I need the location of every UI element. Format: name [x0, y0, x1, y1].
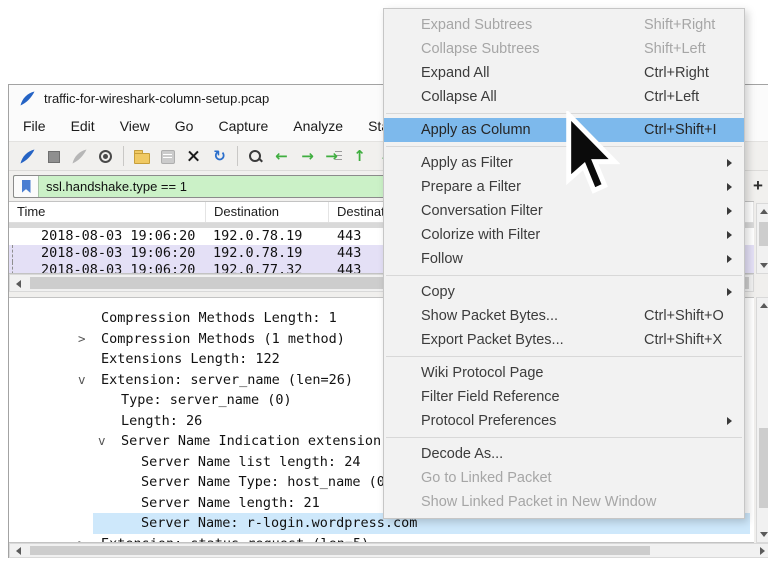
scroll-down-icon[interactable] — [760, 263, 768, 268]
scroll-up-icon[interactable] — [760, 209, 768, 214]
filter-bookmark-icon[interactable] — [14, 176, 39, 197]
menu-item-go-to-linked-packet: Go to Linked Packet — [384, 466, 744, 490]
window-title: traffic-for-wireshark-column-setup.pcap — [44, 91, 269, 106]
menu-item-expand-subtrees: Expand SubtreesShift+Right — [384, 13, 744, 37]
menu-separator — [386, 437, 742, 438]
scroll-left-icon[interactable] — [16, 547, 21, 555]
menu-edit[interactable]: Edit — [71, 118, 95, 134]
menu-analyze[interactable]: Analyze — [293, 118, 343, 134]
submenu-arrow-icon — [727, 417, 732, 425]
menu-item-wiki-protocol-page[interactable]: Wiki Protocol Page — [384, 361, 744, 385]
scroll-right-icon[interactable] — [760, 547, 765, 555]
save-file-icon[interactable] — [159, 148, 176, 165]
menu-separator — [386, 356, 742, 357]
scroll-left-icon[interactable] — [16, 280, 21, 288]
menu-go[interactable]: Go — [175, 118, 194, 134]
packet-list-vscrollbar[interactable] — [756, 203, 768, 274]
menu-item-collapse-all[interactable]: Collapse AllCtrl+Left — [384, 85, 744, 109]
menu-capture[interactable]: Capture — [218, 118, 268, 134]
submenu-arrow-icon — [727, 231, 732, 239]
restart-capture-icon[interactable] — [71, 148, 88, 165]
stop-capture-icon[interactable] — [45, 148, 62, 165]
menu-item-copy[interactable]: Copy — [384, 280, 744, 304]
menu-separator — [386, 113, 742, 114]
open-file-icon[interactable] — [133, 148, 150, 165]
toolbar-separator — [123, 146, 124, 166]
menu-separator — [386, 275, 742, 276]
submenu-arrow-icon — [727, 159, 732, 167]
menu-view[interactable]: View — [120, 118, 150, 134]
column-header-time[interactable]: Time — [9, 202, 206, 222]
menu-file[interactable]: File — [23, 118, 46, 134]
scrollbar-thumb[interactable] — [30, 546, 650, 555]
menu-item-show-packet-bytes[interactable]: Show Packet Bytes...Ctrl+Shift+O — [384, 304, 744, 328]
detail-vscrollbar[interactable] — [756, 297, 768, 543]
menu-item-apply-as-column[interactable]: Apply as ColumnCtrl+Shift+I — [384, 118, 744, 142]
scrollbar-thumb[interactable] — [759, 428, 768, 508]
menu-item-apply-as-filter[interactable]: Apply as Filter — [384, 151, 744, 175]
menu-item-protocol-preferences[interactable]: Protocol Preferences — [384, 409, 744, 433]
menu-item-decode-as[interactable]: Decode As... — [384, 442, 744, 466]
scroll-up-icon[interactable] — [760, 303, 768, 308]
menu-item-prepare-a-filter[interactable]: Prepare a Filter — [384, 175, 744, 199]
submenu-arrow-icon — [727, 207, 732, 215]
start-capture-icon[interactable] — [19, 148, 36, 165]
go-back-icon[interactable]: ← — [273, 148, 290, 165]
go-to-packet-icon[interactable]: → — [325, 148, 342, 165]
first-packet-icon[interactable]: ↑ — [351, 148, 368, 165]
close-file-icon[interactable] — [185, 148, 202, 165]
submenu-arrow-icon — [727, 183, 732, 191]
toolbar-separator — [237, 146, 238, 166]
reload-icon[interactable]: ↻ — [211, 148, 228, 165]
menu-separator — [386, 146, 742, 147]
capture-options-icon[interactable] — [97, 148, 114, 165]
scroll-down-icon[interactable] — [760, 532, 768, 537]
filter-add-button[interactable]: + — [750, 175, 766, 196]
menu-item-filter-field-reference[interactable]: Filter Field Reference — [384, 385, 744, 409]
submenu-arrow-icon — [727, 288, 732, 296]
related-packet-indicator — [12, 262, 13, 274]
menu-item-export-packet-bytes[interactable]: Export Packet Bytes...Ctrl+Shift+X — [384, 328, 744, 352]
related-packet-indicator — [12, 245, 13, 262]
menu-item-conversation-filter[interactable]: Conversation Filter — [384, 199, 744, 223]
wireshark-logo-icon — [19, 90, 36, 107]
scrollbar-thumb[interactable] — [759, 222, 768, 246]
menu-item-collapse-subtrees: Collapse SubtreesShift+Left — [384, 37, 744, 61]
submenu-arrow-icon — [727, 255, 732, 263]
menu-item-show-linked-packet-in-new-window: Show Linked Packet in New Window — [384, 490, 744, 514]
go-forward-icon[interactable]: → — [299, 148, 316, 165]
column-header-destination[interactable]: Destination — [206, 202, 329, 222]
detail-hscrollbar[interactable] — [9, 543, 768, 558]
menu-item-follow[interactable]: Follow — [384, 247, 744, 271]
tree-row[interactable]: >Extension: status_request (len=5) — [9, 534, 754, 544]
find-packet-icon[interactable] — [247, 148, 264, 165]
menu-item-expand-all[interactable]: Expand AllCtrl+Right — [384, 61, 744, 85]
context-menu: Expand SubtreesShift+Right Collapse Subt… — [383, 8, 745, 519]
menu-item-colorize-with-filter[interactable]: Colorize with Filter — [384, 223, 744, 247]
mouse-cursor — [566, 111, 620, 197]
display-filter-value: ssl.handshake.type == 1 — [39, 179, 187, 194]
